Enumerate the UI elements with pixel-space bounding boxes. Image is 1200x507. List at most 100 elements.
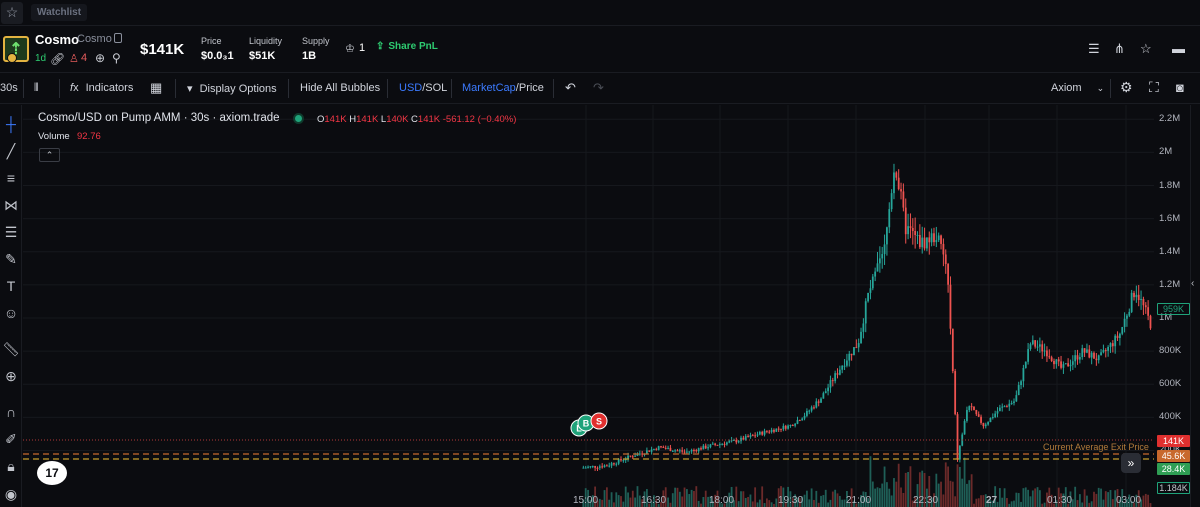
hide-bubbles-button[interactable]: Hide All Bubbles: [300, 82, 380, 94]
chart-area[interactable]: LBS Cosmo/USD on Pump AMM · 30s · axiom.…: [23, 105, 1154, 507]
search-icon[interactable]: ⚲: [112, 51, 121, 65]
text-tool-icon[interactable]: T: [2, 277, 20, 295]
magnet-icon[interactable]: ∩: [2, 403, 20, 421]
price-label: Price: [201, 36, 222, 46]
redo-icon[interactable]: ↷: [593, 80, 604, 96]
candle-body: [1137, 294, 1140, 301]
candle-body: [791, 425, 794, 427]
candle-body: [758, 431, 761, 435]
link-icon[interactable]: 🔗︎: [50, 52, 65, 66]
candle-body: [1102, 350, 1105, 353]
currency-toggle[interactable]: USD/SOL: [399, 82, 447, 94]
candle-type-icon[interactable]: ⫴: [34, 82, 39, 95]
holders-icon[interactable]: ♙: [69, 52, 79, 65]
star-icon[interactable]: ☆: [1, 1, 23, 24]
candle-body: [704, 445, 707, 449]
price-chart[interactable]: LBS: [23, 105, 1154, 507]
chevron-left-icon[interactable]: ‹: [1191, 278, 1194, 289]
source-selector[interactable]: Axiom ⌄: [1051, 82, 1104, 94]
volume-bar: [669, 502, 672, 507]
zoom-in-icon[interactable]: ⊕: [2, 367, 20, 385]
volume-bar: [888, 488, 891, 507]
metric-toggle[interactable]: MarketCap/Price: [462, 82, 544, 94]
favorite-star-icon[interactable]: ☆: [1140, 41, 1152, 57]
price-scale[interactable]: 2.2M2M1.8M1.6M1.4M1.2M1M800K600K400K200K…: [1154, 105, 1190, 507]
tradingview-logo[interactable]: 17: [37, 461, 67, 485]
fullscreen-icon[interactable]: ⛶: [1149, 79, 1159, 96]
volume-bar: [766, 498, 768, 507]
volume-bar: [902, 492, 905, 507]
status-dot-icon: [293, 113, 304, 124]
time-tick-label: 01:30: [1047, 495, 1073, 506]
candle-body: [841, 365, 844, 370]
settings-gear-icon[interactable]: ⚙: [1120, 79, 1133, 96]
candle-body: [749, 435, 752, 438]
candle-body: [782, 425, 785, 430]
candle-body: [1083, 348, 1086, 353]
lock-draw-icon[interactable]: ✐: [2, 430, 20, 448]
candle-body: [622, 460, 625, 462]
volume-bar: [683, 487, 686, 507]
scroll-to-realtime-button[interactable]: »: [1121, 453, 1141, 473]
candle-body: [742, 437, 745, 440]
crosshair-icon[interactable]: ┼: [2, 115, 20, 133]
candle-body: [921, 237, 924, 248]
emoji-icon[interactable]: ☺: [2, 304, 20, 322]
volume-bar: [876, 487, 879, 507]
volume-bar: [751, 501, 754, 507]
volume-bar: [740, 491, 742, 507]
candle-body: [886, 227, 888, 245]
horizontal-lines-icon[interactable]: ≡: [2, 169, 20, 187]
fx-icon: fx: [70, 82, 79, 94]
candle-body: [1017, 385, 1020, 396]
watchlist-label[interactable]: Watchlist: [31, 4, 88, 21]
fib-icon[interactable]: ☰: [2, 223, 20, 241]
candle-body: [1057, 359, 1060, 362]
ruler-icon[interactable]: 📏︎: [2, 340, 20, 358]
candle-body: [763, 430, 766, 435]
brush-icon[interactable]: ✎: [2, 250, 20, 268]
volume-bar: [961, 478, 964, 507]
volume-bar: [636, 486, 639, 507]
volume-bar: [737, 501, 740, 507]
interval-selector[interactable]: 30s: [0, 82, 18, 94]
window-icon[interactable]: ▬: [1172, 41, 1185, 56]
share-pnl-button[interactable]: ⇪ Share PnL: [376, 41, 438, 52]
list-settings-icon[interactable]: ☰: [1088, 41, 1100, 57]
volume-bar: [822, 495, 825, 507]
layout-grid-icon[interactable]: ▦: [150, 80, 162, 96]
candle-body: [798, 420, 801, 422]
collapse-legend-button[interactable]: ⌃: [39, 148, 60, 162]
candle-body: [777, 428, 780, 430]
copy-icon[interactable]: [114, 33, 122, 43]
volume-bar: [775, 498, 778, 507]
candle-body: [808, 410, 811, 412]
display-options-button[interactable]: ▾ Display Options: [187, 82, 277, 95]
price-tick-label: 600K: [1159, 378, 1182, 390]
candle-body: [831, 380, 834, 382]
candle-body: [773, 429, 775, 432]
camera-icon[interactable]: ◙: [1176, 80, 1184, 95]
lock-icon[interactable]: 🔒︎: [2, 457, 20, 475]
trend-line-icon[interactable]: ╱: [2, 142, 20, 160]
share-network-icon[interactable]: ⋔: [1114, 41, 1125, 57]
candle-body: [589, 466, 592, 468]
display-options-label: Display Options: [199, 83, 277, 95]
undo-icon[interactable]: ↶: [565, 80, 576, 96]
volume-bar: [881, 483, 884, 507]
globe-icon[interactable]: ⊕: [95, 51, 105, 65]
candle-body: [1121, 327, 1124, 334]
indicators-button[interactable]: fx Indicators: [70, 82, 133, 94]
candle-body: [926, 237, 928, 249]
candle-body: [669, 447, 672, 451]
pattern-icon[interactable]: ⋈: [2, 196, 20, 214]
volume-bar: [975, 498, 978, 507]
eye-icon[interactable]: ◉: [2, 485, 20, 503]
candle-body: [761, 431, 764, 435]
volume-bar: [963, 457, 966, 507]
indicators-label: Indicators: [85, 82, 134, 94]
candle-body: [836, 373, 839, 375]
price-badge: 1.184K: [1157, 482, 1190, 494]
candle-body: [810, 407, 813, 411]
candle-body: [582, 467, 585, 469]
